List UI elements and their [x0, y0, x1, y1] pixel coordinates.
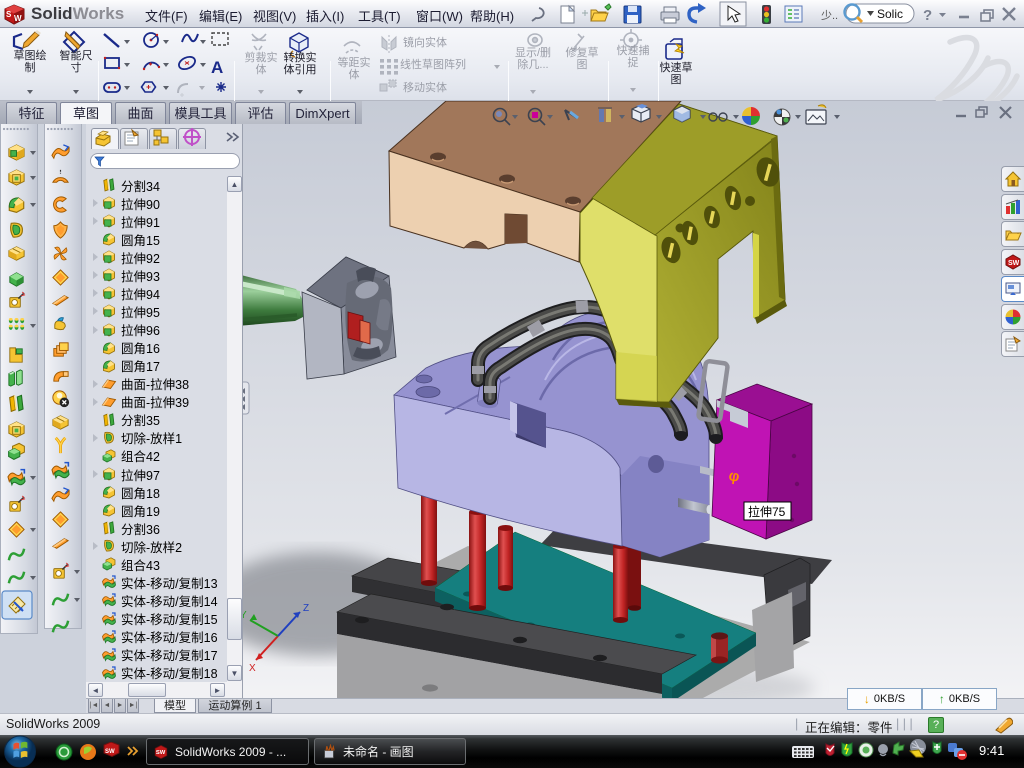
svg-text:SW: SW: [105, 749, 115, 755]
svg-text:X: X: [249, 663, 256, 674]
svg-text:SW: SW: [156, 750, 166, 756]
svg-text:Z: Z: [303, 603, 309, 614]
svg-text:W: W: [14, 14, 22, 23]
svg-text:SW: SW: [1008, 260, 1020, 267]
svg-text:A: A: [211, 58, 223, 77]
svg-text:?: ?: [923, 7, 932, 24]
svg-text:少..: 少..: [821, 9, 838, 22]
svg-text:Solic: Solic: [877, 7, 903, 21]
svg-text:9:41: 9:41: [979, 743, 1004, 758]
svg-text:拉伸75: 拉伸75: [748, 504, 786, 519]
svg-text:S: S: [6, 10, 12, 19]
